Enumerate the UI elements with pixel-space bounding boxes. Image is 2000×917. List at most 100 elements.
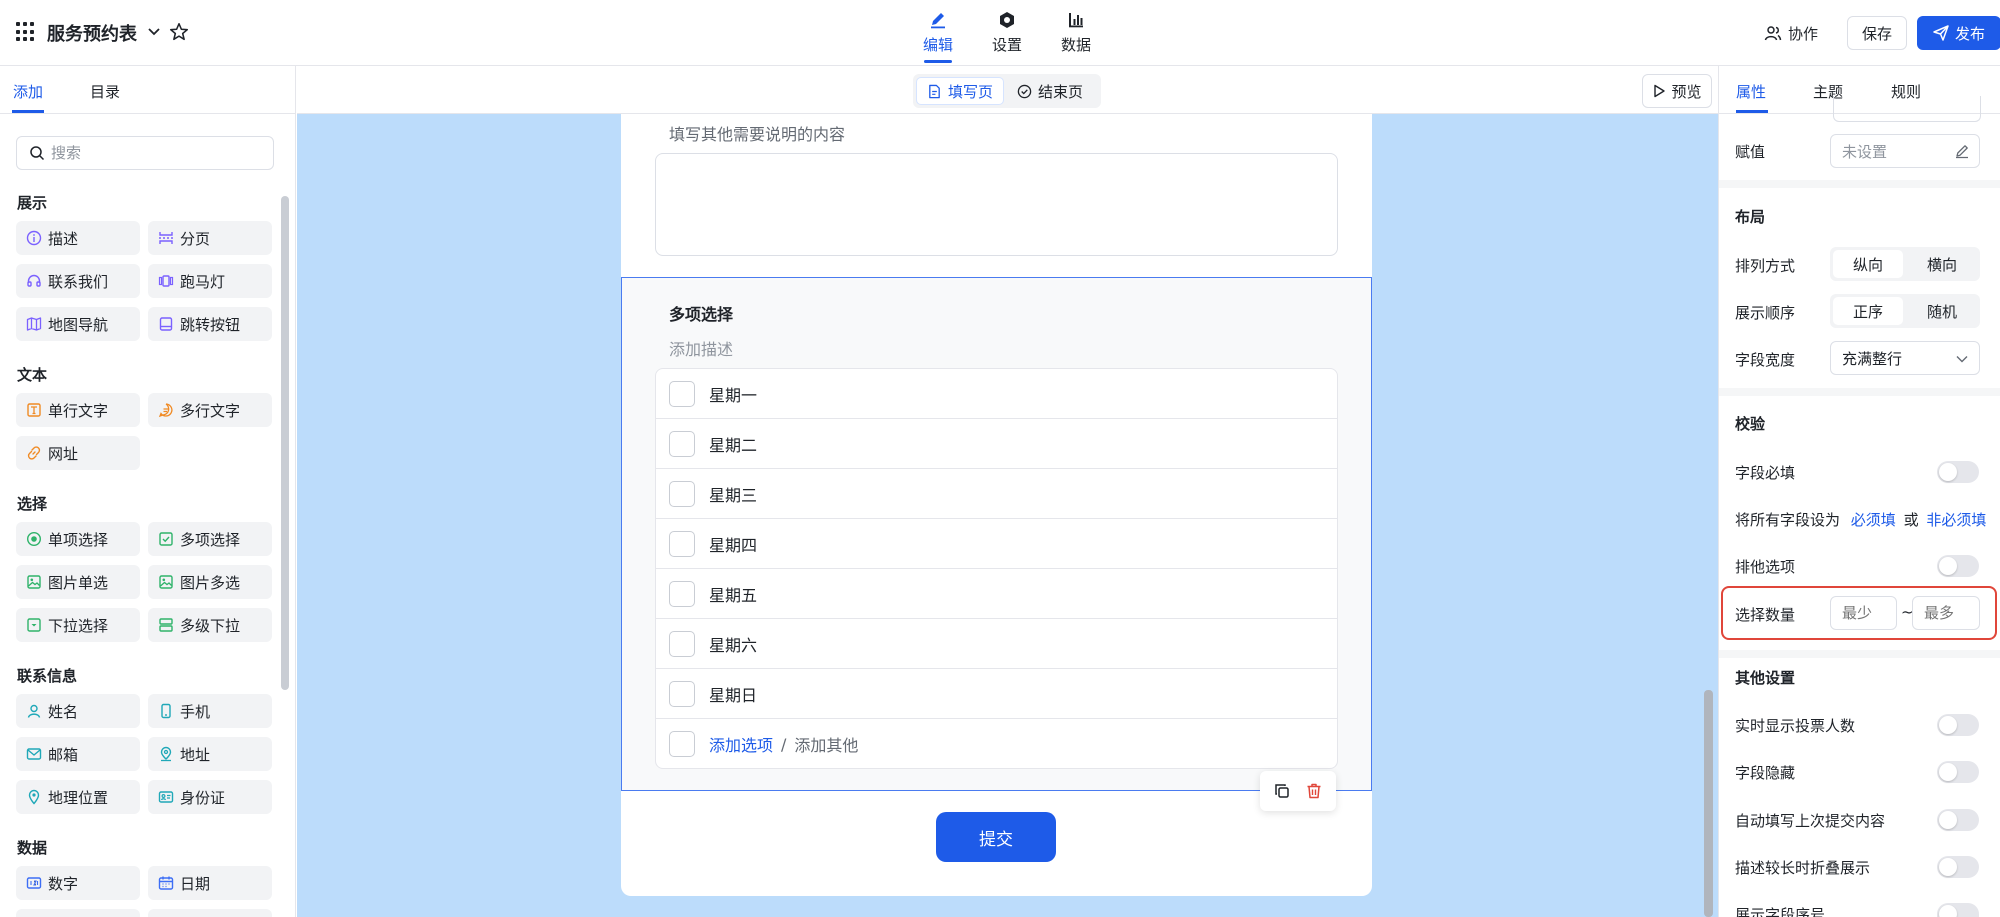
set-all-required-link[interactable]: 必须填	[1851, 511, 1896, 529]
comp-jump-button[interactable]: 跳转按钮	[148, 307, 272, 341]
order-sequential[interactable]: 正序	[1833, 297, 1903, 325]
comp-number[interactable]: 数字	[16, 866, 140, 900]
option-label[interactable]: 星期二	[709, 432, 757, 456]
setting-toggle[interactable]	[1937, 714, 1979, 736]
comp-single-choice[interactable]: 单项选择	[16, 522, 140, 556]
preview-button[interactable]: 预览	[1642, 74, 1712, 108]
option-checkbox[interactable]	[669, 580, 695, 607]
apps-grid-icon[interactable]	[16, 22, 36, 42]
copy-icon[interactable]	[1273, 782, 1291, 800]
comp-description[interactable]: 描述	[16, 221, 140, 255]
left-scrollbar[interactable]	[281, 196, 289, 690]
tab-add[interactable]: 添加	[13, 81, 43, 102]
tab-edit[interactable]: 编辑	[912, 10, 964, 55]
save-button[interactable]: 保存	[1847, 16, 1907, 50]
form-title[interactable]: 服务预约表	[47, 20, 137, 46]
comp-contact-us[interactable]: 联系我们	[16, 264, 140, 298]
setting-toggle[interactable]	[1937, 856, 1979, 878]
list-item[interactable]: 星期四	[656, 519, 1337, 569]
canvas-scrollbar[interactable]	[1704, 690, 1713, 917]
required-toggle[interactable]	[1937, 461, 1979, 483]
comp-map-nav[interactable]: 地图导航	[16, 307, 140, 341]
comp-phone[interactable]: 手机	[148, 694, 272, 728]
star-icon[interactable]	[168, 21, 190, 43]
list-item[interactable]: 星期六	[656, 619, 1337, 669]
option-checkbox[interactable]	[669, 630, 695, 657]
exclusive-toggle[interactable]	[1937, 555, 1979, 577]
option-checkbox[interactable]	[669, 480, 695, 507]
comp-single-line[interactable]: 单行文字	[16, 393, 140, 427]
option-label[interactable]: 星期三	[709, 482, 757, 506]
comp-image-single[interactable]: 图片单选	[16, 565, 140, 599]
layout-section-title: 布局	[1735, 208, 1766, 226]
list-item[interactable]: 星期一	[656, 369, 1337, 419]
component-search[interactable]	[16, 136, 274, 170]
tab-data[interactable]: 数据	[1050, 10, 1102, 55]
comp-more-2[interactable]	[148, 909, 272, 917]
option-label[interactable]: 星期日	[709, 682, 757, 706]
publish-button[interactable]: 发布	[1917, 16, 2000, 50]
comp-more-1[interactable]	[16, 909, 140, 917]
other-textarea[interactable]	[655, 153, 1338, 256]
arrange-horizontal[interactable]: 横向	[1907, 250, 1977, 278]
comp-image-multi[interactable]: 图片多选	[148, 565, 272, 599]
id-card-icon	[158, 791, 174, 803]
add-option-link[interactable]: 添加选项	[709, 732, 773, 756]
option-label[interactable]: 星期一	[709, 382, 757, 406]
tab-properties[interactable]: 属性	[1736, 81, 1766, 102]
list-item[interactable]: 星期日	[656, 669, 1337, 719]
option-label[interactable]: 星期五	[709, 582, 757, 606]
tab-outline[interactable]: 目录	[90, 81, 120, 102]
clipped-field-input[interactable]	[1833, 96, 1981, 122]
tab-settings[interactable]: 设置	[981, 10, 1033, 55]
comp-label: 多项选择	[180, 530, 241, 549]
comp-name[interactable]: 姓名	[16, 694, 140, 728]
setting-toggle[interactable]	[1937, 809, 1979, 831]
comp-cascade-dropdown[interactable]: 多级下拉	[148, 608, 272, 642]
option-checkbox[interactable]	[669, 430, 695, 457]
comp-id-card[interactable]: 身份证	[148, 780, 272, 814]
page-end-tab[interactable]: 结束页	[1007, 77, 1093, 105]
comp-email[interactable]: 邮箱	[16, 737, 140, 771]
max-count-input[interactable]	[1912, 596, 1980, 630]
separator: /	[781, 734, 787, 754]
comp-marquee[interactable]: 跑马灯	[148, 264, 272, 298]
option-checkbox[interactable]	[669, 680, 695, 707]
comp-url[interactable]: 网址	[16, 436, 140, 470]
list-item[interactable]: 星期五	[656, 569, 1337, 619]
setting-toggle[interactable]	[1937, 903, 1979, 917]
page-fill-tab[interactable]: 填写页	[916, 77, 1005, 105]
comp-multi-line[interactable]: 多行文字	[148, 393, 272, 427]
comp-label: 联系我们	[48, 272, 109, 291]
add-other-link[interactable]: 添加其他	[794, 732, 858, 756]
width-select[interactable]: 充满整行	[1830, 341, 1980, 375]
chevron-down-icon[interactable]	[144, 22, 164, 42]
comp-geo-location[interactable]: 地理位置	[16, 780, 140, 814]
comp-address[interactable]: 地址	[148, 737, 272, 771]
set-all-optional-link[interactable]: 非必须填	[1926, 511, 1986, 529]
question-description[interactable]: 添加描述	[669, 336, 733, 360]
assign-input[interactable]: 未设置	[1830, 134, 1980, 168]
arrange-vertical[interactable]: 纵向	[1833, 250, 1903, 278]
comp-multi-choice[interactable]: 多项选择	[148, 522, 272, 556]
comp-pagination[interactable]: 分页	[148, 221, 272, 255]
question-title[interactable]: 多项选择	[669, 301, 733, 325]
collaborate-button[interactable]: 协作	[1764, 21, 1818, 45]
comp-dropdown[interactable]: 下拉选择	[16, 608, 140, 642]
search-input[interactable]	[51, 144, 251, 162]
comp-date[interactable]: 日期	[148, 866, 272, 900]
pencil-icon[interactable]	[1954, 143, 1970, 159]
setting-toggle[interactable]	[1937, 761, 1979, 783]
option-label[interactable]: 星期四	[709, 532, 757, 556]
option-checkbox[interactable]	[669, 380, 695, 407]
order-random[interactable]: 随机	[1907, 297, 1977, 325]
option-checkbox[interactable]	[669, 530, 695, 557]
list-item[interactable]: 星期三	[656, 469, 1337, 519]
min-count-input[interactable]	[1830, 596, 1897, 630]
submit-button[interactable]: 提交	[936, 812, 1056, 862]
option-label[interactable]: 星期六	[709, 632, 757, 656]
text-field-icon	[27, 403, 41, 417]
trash-icon[interactable]	[1305, 782, 1323, 800]
pen-icon	[931, 13, 945, 29]
list-item[interactable]: 星期二	[656, 419, 1337, 469]
